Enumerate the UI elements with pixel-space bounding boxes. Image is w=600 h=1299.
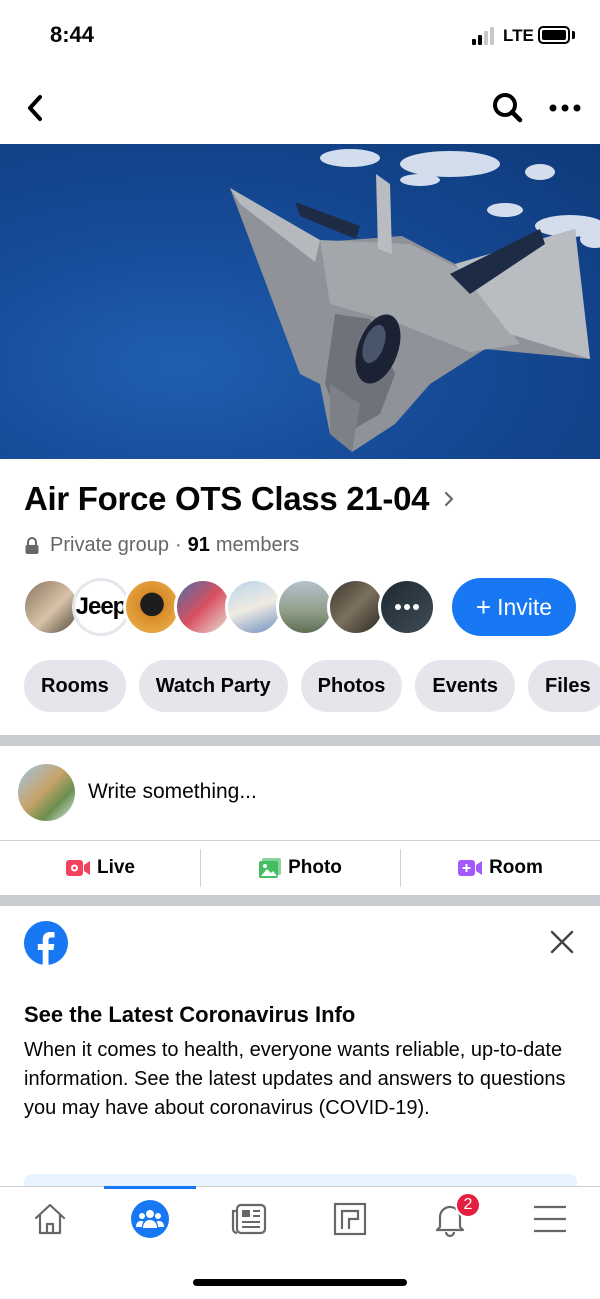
avatar[interactable]: Jeep <box>72 578 130 636</box>
top-nav-bar <box>0 72 600 144</box>
back-button[interactable] <box>18 88 58 128</box>
composer-actions: Live Photo Room <box>0 841 600 895</box>
user-avatar[interactable] <box>18 764 75 821</box>
more-options-button[interactable] <box>546 88 586 128</box>
more-icon <box>549 104 581 112</box>
notification-badge: 2 <box>455 1192 481 1218</box>
battery-icon <box>538 26 570 44</box>
jeep-avatar-text: Jeep <box>75 593 127 620</box>
chevron-right-icon <box>445 491 454 507</box>
info-card-title: See the Latest Coronavirus Info <box>24 1002 356 1027</box>
chevron-left-icon <box>28 95 42 121</box>
news-icon[interactable] <box>230 1199 270 1239</box>
group-sections-chips: Rooms Watch Party Photos Events Files <box>24 660 600 712</box>
group-meta: Private group · 91 members <box>24 534 299 557</box>
section-divider <box>0 895 600 906</box>
chip-rooms[interactable]: Rooms <box>24 660 126 712</box>
avatar[interactable] <box>174 578 232 636</box>
chip-files[interactable]: Files <box>528 660 600 712</box>
room-button[interactable]: Room <box>400 841 600 895</box>
avatar[interactable] <box>327 578 385 636</box>
group-title-row[interactable]: Air Force OTS Class 21-04 <box>24 480 455 518</box>
more-members-avatar[interactable] <box>378 578 436 636</box>
photo-label: Photo <box>288 857 342 878</box>
live-button[interactable]: Live <box>0 841 200 895</box>
chip-photos[interactable]: Photos <box>300 660 403 712</box>
lock-icon <box>25 536 39 554</box>
avatar[interactable] <box>123 578 181 636</box>
coronavirus-info-card: See the Latest Coronavirus Info When it … <box>0 906 600 1188</box>
invite-button[interactable]: + Invite <box>452 578 576 636</box>
network-label: LTE <box>503 26 534 45</box>
chip-events[interactable]: Events <box>415 660 516 712</box>
member-count: 91 <box>187 534 210 556</box>
search-button[interactable] <box>488 88 528 128</box>
avatar[interactable] <box>276 578 334 636</box>
bottom-tab-bar: 2 <box>0 1186 600 1248</box>
groups-icon[interactable] <box>130 1199 170 1239</box>
home-indicator <box>193 1279 407 1286</box>
close-icon[interactable] <box>548 928 576 956</box>
more-icon <box>395 604 419 610</box>
plus-icon: + <box>475 591 492 622</box>
status-time: 8:44 <box>50 22 95 47</box>
write-something-input[interactable]: Write something... <box>88 780 257 804</box>
signal-strength-icon <box>472 27 498 45</box>
members-label: members <box>215 534 300 556</box>
photo-icon <box>259 858 282 878</box>
menu-icon[interactable] <box>530 1199 570 1239</box>
photo-button[interactable]: Photo <box>200 841 400 895</box>
member-avatars[interactable]: Jeep <box>22 578 462 638</box>
group-title[interactable]: Air Force OTS Class 21-04 <box>24 480 429 518</box>
home-icon[interactable] <box>30 1199 70 1239</box>
info-card-body: When it comes to health, everyone wants … <box>24 1039 566 1119</box>
facebook-logo-icon <box>24 921 68 965</box>
chip-watch-party[interactable]: Watch Party <box>138 660 288 712</box>
invite-label: Invite <box>497 593 553 620</box>
marketplace-icon[interactable] <box>330 1199 370 1239</box>
avatar[interactable] <box>225 578 283 636</box>
live-label: Live <box>96 857 136 878</box>
room-label: Room <box>489 857 543 878</box>
group-cover-photo[interactable] <box>0 144 600 459</box>
search-icon <box>493 93 523 123</box>
status-bar: 8:44 LTE <box>0 0 600 72</box>
live-video-icon <box>65 860 90 876</box>
post-composer[interactable]: Write something... <box>0 746 600 840</box>
section-divider <box>0 735 600 746</box>
privacy-label: Private group <box>50 534 169 556</box>
jet-aircraft-image <box>230 149 600 452</box>
meta-separator: · <box>174 534 182 556</box>
room-video-icon <box>458 860 483 876</box>
active-tab-indicator <box>104 1186 196 1189</box>
